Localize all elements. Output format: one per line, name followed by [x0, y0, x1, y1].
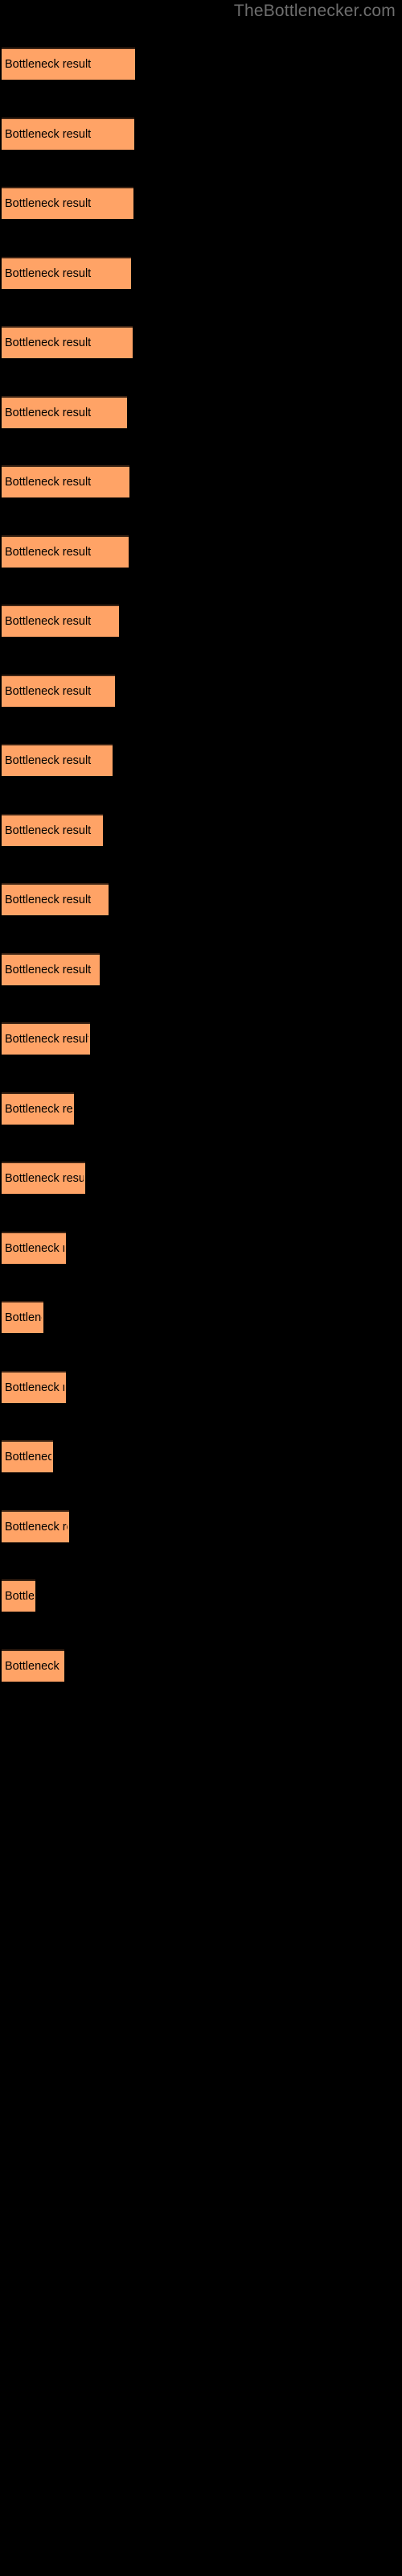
bar-row: Bottleneck result: [0, 465, 402, 497]
bar: [2, 674, 115, 707]
bar-row: Bottleneck result: [0, 1579, 402, 1612]
bar-row: Bottleneck result: [0, 256, 402, 289]
bottleneck-bar-chart: Bottleneck result Bottleneck result Bottle…: [0, 0, 402, 2576]
bar-row: Bottleneck result: [0, 813, 402, 846]
bar: [2, 535, 129, 568]
bar: [2, 117, 134, 150]
bar-row: Bottleneck result: [0, 744, 402, 776]
bar: [2, 744, 113, 776]
bar: [2, 47, 135, 80]
bar: [2, 395, 127, 428]
bar-row: Bottleneck result: [0, 1649, 402, 1682]
bar: [2, 1440, 53, 1472]
bar-row: Bottleneck result: [0, 1440, 402, 1472]
bar: [2, 256, 131, 289]
bar-row: Bottleneck result: [0, 1301, 402, 1333]
bar-row: Bottleneck result: [0, 1092, 402, 1125]
bar-row: Bottleneck result: [0, 117, 402, 150]
bar-row: Bottleneck result: [0, 1231, 402, 1264]
bar-row: Bottleneck result: [0, 883, 402, 915]
bar: [2, 1231, 66, 1264]
bar-row: Bottleneck result: [0, 395, 402, 428]
bar: [2, 605, 119, 637]
bar: [2, 1649, 64, 1682]
bar-row: Bottleneck result: [0, 326, 402, 358]
bar: [2, 187, 133, 219]
bar-row: Bottleneck result: [0, 47, 402, 80]
bar: [2, 1092, 74, 1125]
bar-row: Bottleneck result: [0, 1162, 402, 1194]
bar: [2, 1579, 35, 1612]
bar-row: Bottleneck result: [0, 535, 402, 568]
bar: [2, 1022, 90, 1055]
bar-row: Bottleneck result: [0, 674, 402, 707]
bar: [2, 883, 109, 915]
bar: [2, 813, 103, 846]
bar-row: Bottleneck result: [0, 187, 402, 219]
bar-row: Bottleneck result: [0, 1022, 402, 1055]
bar: [2, 1509, 69, 1542]
bar: [2, 326, 133, 358]
bar: [2, 1162, 85, 1194]
bar: [2, 1370, 66, 1403]
bar-row: Bottleneck result: [0, 952, 402, 985]
bar-row: Bottleneck result: [0, 1509, 402, 1542]
bar-row: Bottleneck result: [0, 605, 402, 637]
bar: [2, 465, 129, 497]
bar: [2, 1301, 43, 1333]
bar: [2, 952, 100, 985]
bar-row: Bottleneck result: [0, 1370, 402, 1403]
